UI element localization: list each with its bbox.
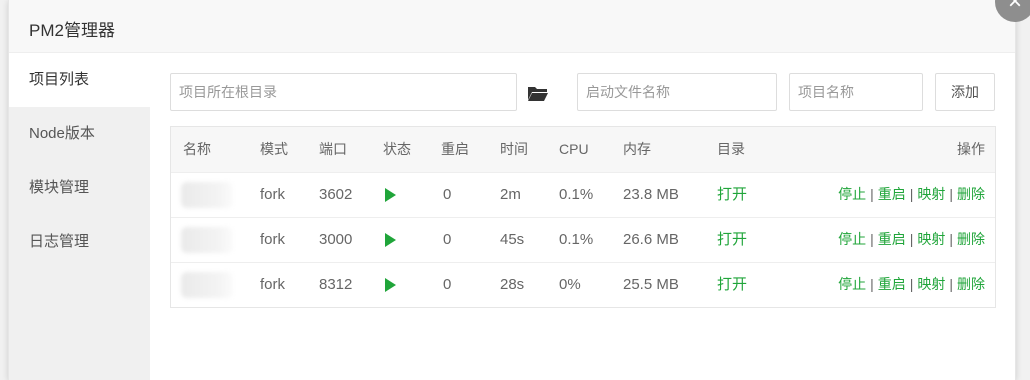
map-link[interactable]: 映射 — [917, 186, 945, 202]
table-row: fork 8312 0 28s 0% 25.5 MB 打开 停止 | 重启 | 映射 | 删… — [171, 262, 995, 307]
open-dir-link[interactable]: 打开 — [717, 262, 747, 307]
sidebar-item-node-version[interactable]: Node版本 — [9, 107, 150, 161]
sidebar-item-module-management[interactable]: 模块管理 — [9, 161, 150, 215]
header-dir: 目录 — [717, 141, 745, 157]
play-icon[interactable] — [385, 233, 396, 247]
start-file-input[interactable] — [577, 73, 777, 111]
ops-separator: | — [909, 231, 914, 247]
table-row: fork 3602 0 2m 0.1% 23.8 MB 打开 停止 | 重启 | 映射 |… — [171, 172, 995, 218]
row-time: 2m — [500, 186, 521, 203]
sidebar-item-project-list[interactable]: 项目列表 — [9, 53, 150, 107]
delete-link[interactable]: 删除 — [957, 276, 985, 292]
header-ops: 操作 — [957, 141, 985, 157]
ops-separator: | — [870, 231, 874, 247]
row-memory: 26.6 MB — [623, 231, 679, 248]
table-row: fork 3000 0 45s 0.1% 26.6 MB 打开 停止 | 重启 | 映射… — [171, 217, 995, 263]
ops-separator: | — [949, 276, 953, 292]
row-port: 8312 — [319, 276, 353, 293]
header-status: 状态 — [383, 141, 411, 157]
header-port: 端口 — [319, 141, 347, 157]
root-dir-input[interactable] — [170, 73, 517, 111]
delete-link[interactable]: 删除 — [957, 186, 985, 202]
stop-link[interactable]: 停止 — [838, 276, 866, 292]
row-port: 3602 — [319, 186, 353, 203]
row-ops: 停止 | 重启 | 映射 | 删除 — [838, 172, 985, 217]
folder-icon[interactable] — [527, 84, 549, 102]
header-restart: 重启 — [441, 141, 469, 157]
stop-link[interactable]: 停止 — [838, 231, 866, 247]
header-name: 名称 — [183, 141, 211, 157]
add-button[interactable]: 添加 — [935, 73, 995, 111]
restart-link[interactable]: 重启 — [878, 276, 906, 292]
header-mode: 模式 — [260, 141, 288, 157]
open-dir-link[interactable]: 打开 — [717, 217, 747, 262]
ops-separator: | — [909, 186, 914, 202]
row-restart: 0 — [443, 276, 452, 293]
header-memory: 内存 — [623, 141, 651, 157]
play-icon[interactable] — [385, 278, 396, 292]
row-memory: 25.5 MB — [623, 276, 679, 293]
row-cpu: 0.1% — [559, 231, 594, 248]
sidebar-item-log-management[interactable]: 日志管理 — [9, 215, 150, 269]
redacted-name — [181, 182, 233, 208]
header-time: 时间 — [500, 141, 528, 157]
row-ops: 停止 | 重启 | 映射 | 删除 — [838, 262, 985, 307]
ops-separator: | — [909, 276, 914, 292]
restart-link[interactable]: 重启 — [878, 186, 906, 202]
project-name-input[interactable] — [789, 73, 923, 111]
row-ops: 停止 | 重启 | 映射 | 删除 — [838, 217, 985, 262]
row-port: 3000 — [319, 231, 353, 248]
row-memory: 23.8 MB — [623, 186, 679, 203]
open-dir-link[interactable]: 打开 — [717, 172, 747, 217]
map-link[interactable]: 映射 — [917, 231, 945, 247]
row-mode: fork — [260, 186, 286, 203]
row-restart: 0 — [443, 186, 452, 203]
map-link[interactable]: 映射 — [917, 276, 945, 292]
row-mode: fork — [260, 231, 286, 248]
header-cpu: CPU — [559, 141, 589, 157]
redacted-name — [181, 272, 233, 298]
dialog-title: PM2管理器 — [29, 21, 115, 40]
dialog-header: PM2管理器 — [9, 0, 1015, 53]
row-cpu: 0% — [559, 276, 581, 293]
restart-link[interactable]: 重启 — [878, 231, 906, 247]
play-icon[interactable] — [385, 188, 396, 202]
ops-separator: | — [949, 231, 953, 247]
stop-link[interactable]: 停止 — [838, 186, 866, 202]
row-time: 28s — [500, 276, 525, 293]
row-time: 45s — [500, 231, 525, 248]
ops-separator: | — [949, 186, 953, 202]
sidebar: 项目列表 Node版本 模块管理 日志管理 — [9, 53, 150, 380]
row-mode: fork — [260, 276, 286, 293]
delete-link[interactable]: 删除 — [957, 231, 985, 247]
row-restart: 0 — [443, 231, 452, 248]
redacted-name — [181, 227, 233, 253]
pm2-manager-dialog: PM2管理器 项目列表 Node版本 模块管理 日志管理 添加 名称 模式 端口… — [8, 0, 1030, 380]
ops-separator: | — [870, 276, 874, 292]
row-cpu: 0.1% — [559, 186, 594, 203]
main-panel: 添加 名称 模式 端口 状态 重启 时间 CPU 内存 目录 操作 fork 3… — [150, 53, 1015, 380]
table-header-row: 名称 模式 端口 状态 重启 时间 CPU 内存 目录 操作 — [171, 127, 995, 173]
process-table: 名称 模式 端口 状态 重启 时间 CPU 内存 目录 操作 fork 3602… — [170, 126, 996, 308]
ops-separator: | — [870, 186, 874, 202]
